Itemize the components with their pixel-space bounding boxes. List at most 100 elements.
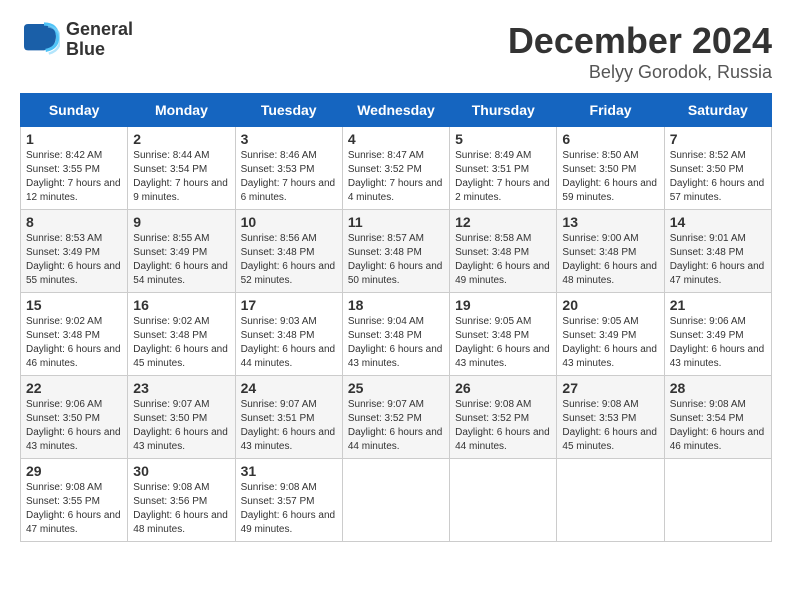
day-info: Sunrise: 8:52 AMSunset: 3:50 PMDaylight:… [670,149,766,205]
day-info: Sunrise: 9:07 AMSunset: 3:50 PMDaylight:… [133,398,229,454]
day-number: 21 [670,297,766,313]
day-number: 3 [241,131,337,147]
day-info: Sunrise: 8:42 AMSunset: 3:55 PMDaylight:… [26,149,122,205]
location-title: Belyy Gorodok, Russia [508,62,772,83]
day-cell-1: 1 Sunrise: 8:42 AMSunset: 3:55 PMDayligh… [21,127,128,210]
day-info: Sunrise: 8:44 AMSunset: 3:54 PMDaylight:… [133,149,229,205]
day-cell-10: 10 Sunrise: 8:56 AMSunset: 3:48 PMDaylig… [235,210,342,293]
day-cell-23: 23 Sunrise: 9:07 AMSunset: 3:50 PMDaylig… [128,376,235,459]
day-info: Sunrise: 9:08 AMSunset: 3:53 PMDaylight:… [562,398,658,454]
day-info: Sunrise: 8:53 AMSunset: 3:49 PMDaylight:… [26,232,122,288]
day-number: 30 [133,463,229,479]
weekday-header-sunday: Sunday [21,94,128,127]
day-number: 23 [133,380,229,396]
day-cell-3: 3 Sunrise: 8:46 AMSunset: 3:53 PMDayligh… [235,127,342,210]
calendar-table: SundayMondayTuesdayWednesdayThursdayFrid… [20,93,772,542]
day-info: Sunrise: 8:50 AMSunset: 3:50 PMDaylight:… [562,149,658,205]
day-cell-11: 11 Sunrise: 8:57 AMSunset: 3:48 PMDaylig… [342,210,449,293]
day-number: 28 [670,380,766,396]
day-info: Sunrise: 9:08 AMSunset: 3:56 PMDaylight:… [133,481,229,537]
weekday-header-thursday: Thursday [450,94,557,127]
day-info: Sunrise: 9:08 AMSunset: 3:57 PMDaylight:… [241,481,337,537]
empty-cell [664,459,771,542]
day-cell-28: 28 Sunrise: 9:08 AMSunset: 3:54 PMDaylig… [664,376,771,459]
day-number: 6 [562,131,658,147]
weekday-header-row: SundayMondayTuesdayWednesdayThursdayFrid… [21,94,772,127]
day-cell-12: 12 Sunrise: 8:58 AMSunset: 3:48 PMDaylig… [450,210,557,293]
day-info: Sunrise: 9:05 AMSunset: 3:48 PMDaylight:… [455,315,551,371]
day-info: Sunrise: 8:47 AMSunset: 3:52 PMDaylight:… [348,149,444,205]
day-info: Sunrise: 8:58 AMSunset: 3:48 PMDaylight:… [455,232,551,288]
day-info: Sunrise: 9:01 AMSunset: 3:48 PMDaylight:… [670,232,766,288]
title-block: December 2024 Belyy Gorodok, Russia [508,20,772,83]
day-cell-17: 17 Sunrise: 9:03 AMSunset: 3:48 PMDaylig… [235,293,342,376]
week-row-1: 1 Sunrise: 8:42 AMSunset: 3:55 PMDayligh… [21,127,772,210]
logo-icon [20,20,60,60]
empty-cell [342,459,449,542]
month-title: December 2024 [508,20,772,62]
day-number: 14 [670,214,766,230]
day-info: Sunrise: 9:07 AMSunset: 3:52 PMDaylight:… [348,398,444,454]
day-number: 10 [241,214,337,230]
day-info: Sunrise: 9:07 AMSunset: 3:51 PMDaylight:… [241,398,337,454]
logo-text: General Blue [66,20,133,60]
day-number: 7 [670,131,766,147]
day-cell-26: 26 Sunrise: 9:08 AMSunset: 3:52 PMDaylig… [450,376,557,459]
day-info: Sunrise: 8:55 AMSunset: 3:49 PMDaylight:… [133,232,229,288]
day-cell-31: 31 Sunrise: 9:08 AMSunset: 3:57 PMDaylig… [235,459,342,542]
day-info: Sunrise: 8:49 AMSunset: 3:51 PMDaylight:… [455,149,551,205]
day-number: 17 [241,297,337,313]
day-info: Sunrise: 9:03 AMSunset: 3:48 PMDaylight:… [241,315,337,371]
day-info: Sunrise: 8:46 AMSunset: 3:53 PMDaylight:… [241,149,337,205]
day-number: 31 [241,463,337,479]
logo: General Blue [20,20,133,60]
empty-cell [557,459,664,542]
day-cell-2: 2 Sunrise: 8:44 AMSunset: 3:54 PMDayligh… [128,127,235,210]
weekday-header-friday: Friday [557,94,664,127]
week-row-2: 8 Sunrise: 8:53 AMSunset: 3:49 PMDayligh… [21,210,772,293]
weekday-header-saturday: Saturday [664,94,771,127]
day-number: 8 [26,214,122,230]
day-number: 27 [562,380,658,396]
day-cell-27: 27 Sunrise: 9:08 AMSunset: 3:53 PMDaylig… [557,376,664,459]
day-info: Sunrise: 9:02 AMSunset: 3:48 PMDaylight:… [26,315,122,371]
day-cell-6: 6 Sunrise: 8:50 AMSunset: 3:50 PMDayligh… [557,127,664,210]
day-number: 9 [133,214,229,230]
day-number: 29 [26,463,122,479]
week-row-3: 15 Sunrise: 9:02 AMSunset: 3:48 PMDaylig… [21,293,772,376]
day-cell-20: 20 Sunrise: 9:05 AMSunset: 3:49 PMDaylig… [557,293,664,376]
day-number: 1 [26,131,122,147]
day-cell-5: 5 Sunrise: 8:49 AMSunset: 3:51 PMDayligh… [450,127,557,210]
day-cell-8: 8 Sunrise: 8:53 AMSunset: 3:49 PMDayligh… [21,210,128,293]
day-cell-13: 13 Sunrise: 9:00 AMSunset: 3:48 PMDaylig… [557,210,664,293]
day-number: 22 [26,380,122,396]
day-info: Sunrise: 9:08 AMSunset: 3:52 PMDaylight:… [455,398,551,454]
day-info: Sunrise: 8:57 AMSunset: 3:48 PMDaylight:… [348,232,444,288]
day-info: Sunrise: 9:04 AMSunset: 3:48 PMDaylight:… [348,315,444,371]
weekday-header-monday: Monday [128,94,235,127]
day-cell-22: 22 Sunrise: 9:06 AMSunset: 3:50 PMDaylig… [21,376,128,459]
day-cell-9: 9 Sunrise: 8:55 AMSunset: 3:49 PMDayligh… [128,210,235,293]
day-number: 24 [241,380,337,396]
day-number: 15 [26,297,122,313]
day-cell-29: 29 Sunrise: 9:08 AMSunset: 3:55 PMDaylig… [21,459,128,542]
day-info: Sunrise: 9:08 AMSunset: 3:54 PMDaylight:… [670,398,766,454]
day-info: Sunrise: 9:02 AMSunset: 3:48 PMDaylight:… [133,315,229,371]
day-cell-24: 24 Sunrise: 9:07 AMSunset: 3:51 PMDaylig… [235,376,342,459]
day-cell-4: 4 Sunrise: 8:47 AMSunset: 3:52 PMDayligh… [342,127,449,210]
day-cell-16: 16 Sunrise: 9:02 AMSunset: 3:48 PMDaylig… [128,293,235,376]
day-number: 5 [455,131,551,147]
empty-cell [450,459,557,542]
weekday-header-wednesday: Wednesday [342,94,449,127]
day-info: Sunrise: 8:56 AMSunset: 3:48 PMDaylight:… [241,232,337,288]
day-number: 25 [348,380,444,396]
day-cell-18: 18 Sunrise: 9:04 AMSunset: 3:48 PMDaylig… [342,293,449,376]
day-info: Sunrise: 9:06 AMSunset: 3:50 PMDaylight:… [26,398,122,454]
page-header: General Blue December 2024 Belyy Gorodok… [20,20,772,83]
day-cell-21: 21 Sunrise: 9:06 AMSunset: 3:49 PMDaylig… [664,293,771,376]
day-info: Sunrise: 9:06 AMSunset: 3:49 PMDaylight:… [670,315,766,371]
day-cell-14: 14 Sunrise: 9:01 AMSunset: 3:48 PMDaylig… [664,210,771,293]
day-number: 4 [348,131,444,147]
day-number: 20 [562,297,658,313]
day-number: 11 [348,214,444,230]
